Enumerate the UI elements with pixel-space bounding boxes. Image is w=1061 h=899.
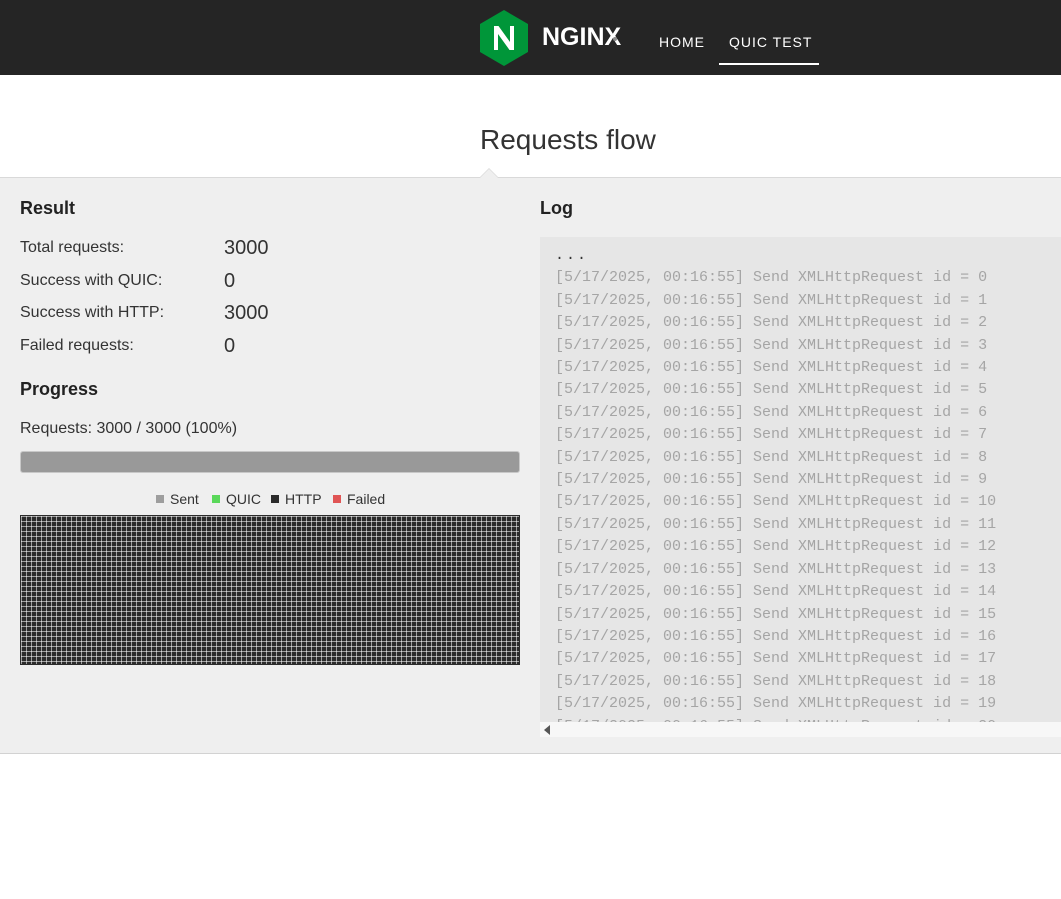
log-line: [5/17/2025, 00:16:55] Send XMLHttpReques…	[555, 336, 988, 354]
stat-value-quic: 0	[224, 270, 236, 292]
legend-item-quic: QUIC	[212, 491, 261, 507]
result-heading: Result	[20, 198, 76, 218]
progress-bar	[20, 451, 520, 473]
legend-label-failed: Failed	[347, 491, 386, 507]
progress-bar-fill	[21, 452, 519, 472]
log-line: [5/17/2025, 00:16:55] Send XMLHttpReques…	[555, 403, 988, 421]
top-navigation-bar: NGINX HOME QUIC TEST	[0, 0, 1061, 75]
active-tab-indicator	[719, 63, 819, 65]
nav-quic-test-link[interactable]: QUIC TEST	[729, 34, 812, 50]
log-heading: Log	[540, 198, 573, 218]
legend-item-http: HTTP	[271, 491, 322, 507]
panel-notch	[480, 169, 498, 178]
requests-grid	[20, 515, 520, 665]
log-line: [5/17/2025, 00:16:55] Send XMLHttpReques…	[555, 381, 988, 399]
brand-name: NGINX	[542, 23, 622, 51]
log-line: [5/17/2025, 00:16:55] Send XMLHttpReques…	[555, 314, 988, 332]
stat-label-http: Success with HTTP:	[20, 304, 165, 321]
log-output[interactable]: ... [5/17/2025, 00:16:55] Send XMLHttpReq…	[540, 237, 1061, 736]
log-line: [5/17/2025, 00:16:55] Send XMLHttpReques…	[555, 359, 988, 377]
nginx-hexagon-icon	[480, 10, 528, 66]
log-horizontal-scrollbar[interactable]	[540, 722, 1061, 737]
log-line: [5/17/2025, 00:16:55] Send XMLHttpReques…	[555, 493, 997, 511]
log-line: [5/17/2025, 00:16:55] Send XMLHttpReques…	[555, 605, 997, 623]
stat-value-http: 3000	[224, 302, 269, 324]
legend-swatch-sent	[156, 495, 164, 503]
log-ellipsis: ...	[555, 247, 589, 264]
log-line: [5/17/2025, 00:16:55] Send XMLHttpReques…	[555, 695, 997, 713]
log-line: [5/17/2025, 00:16:55] Send XMLHttpReques…	[555, 471, 988, 489]
legend-label-quic: QUIC	[226, 491, 261, 507]
page-title: Requests flow	[480, 124, 656, 155]
legend-label-http: HTTP	[285, 491, 322, 507]
stat-value-failed: 0	[224, 335, 236, 357]
legend-label-sent: Sent	[170, 491, 199, 507]
log-line: [5/17/2025, 00:16:55] Send XMLHttpReques…	[555, 583, 997, 601]
legend-swatch-quic	[212, 495, 220, 503]
log-line: [5/17/2025, 00:16:55] Send XMLHttpReques…	[555, 515, 997, 533]
log-line: [5/17/2025, 00:16:55] Send XMLHttpReques…	[555, 448, 988, 466]
log-line: [5/17/2025, 00:16:55] Send XMLHttpReques…	[555, 650, 997, 668]
legend-swatch-failed	[333, 495, 341, 503]
legend-item-failed: Failed	[333, 491, 385, 507]
log-line: [5/17/2025, 00:16:55] Send XMLHttpReques…	[555, 291, 988, 309]
log-line: [5/17/2025, 00:16:55] Send XMLHttpReques…	[555, 269, 988, 287]
nginx-logo[interactable]: NGINX	[479, 9, 629, 67]
log-line: [5/17/2025, 00:16:55] Send XMLHttpReques…	[555, 627, 997, 645]
progress-text: Requests: 3000 / 3000 (100%)	[20, 420, 238, 437]
nav-home-link[interactable]: HOME	[659, 34, 705, 50]
legend-item-sent: Sent	[156, 491, 199, 507]
brand-dot	[613, 37, 617, 41]
log-line: [5/17/2025, 00:16:55] Send XMLHttpReques…	[555, 560, 997, 578]
scroll-left-arrow-icon[interactable]	[544, 725, 550, 735]
progress-heading: Progress	[20, 379, 99, 399]
stat-label-failed: Failed requests:	[20, 337, 134, 354]
log-line: [5/17/2025, 00:16:55] Send XMLHttpReques…	[555, 426, 988, 444]
legend-swatch-http	[271, 495, 279, 503]
log-lines: ... [5/17/2025, 00:16:55] Send XMLHttpReq…	[555, 245, 996, 736]
log-line: [5/17/2025, 00:16:55] Send XMLHttpReques…	[555, 672, 997, 690]
log-line: [5/17/2025, 00:16:55] Send XMLHttpReques…	[555, 538, 997, 556]
stat-label-quic: Success with QUIC:	[20, 272, 163, 289]
stat-value-total: 3000	[224, 237, 269, 259]
stat-label-total: Total requests:	[20, 239, 125, 256]
